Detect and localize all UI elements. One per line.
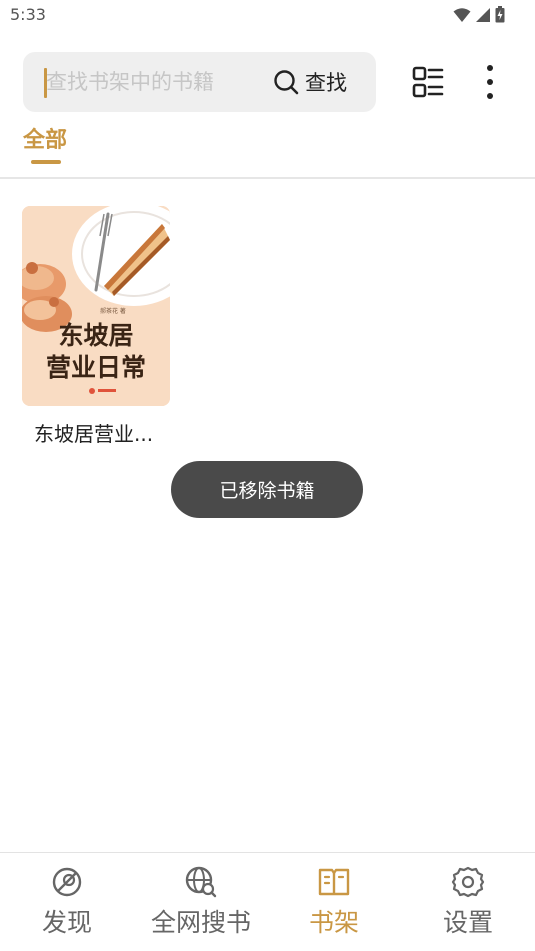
more-options-button[interactable] [476, 62, 504, 102]
nav-label-web-search: 全网搜书 [150, 908, 251, 937]
bookshelf-icon [318, 868, 350, 896]
nav-label-bookshelf: 书架 [308, 908, 359, 937]
tab-all[interactable]: 全部 [23, 122, 83, 167]
nav-item-web-search[interactable]: 全网搜书 [134, 853, 268, 951]
nav-item-settings[interactable]: 设置 [401, 853, 535, 951]
search-box: 查找 [23, 52, 376, 112]
bookshelf-screen: 5:33 查找书架中的书籍 查找 全部 郝茶花 著 东坡居 营业日常 东坡居营业… [0, 0, 535, 951]
battery-icon [495, 6, 505, 23]
list-view-icon [412, 66, 444, 98]
book-cover-image: 郝茶花 著 东坡居 营业日常 [22, 206, 170, 406]
search-icon [274, 70, 299, 95]
tab-all-label: 全部 [23, 128, 68, 153]
book-cover-art: 郝茶花 著 东坡居 营业日常 [22, 206, 170, 406]
compass-icon [52, 867, 82, 897]
wifi-icon [453, 7, 471, 22]
nav-item-discover[interactable]: 发现 [0, 853, 134, 951]
cover-title-line1: 东坡居 [58, 321, 133, 350]
tab-divider [0, 177, 535, 179]
nav-label-discover: 发现 [41, 908, 92, 937]
bottom-navigation: 发现 全网搜书 书架 设置 [0, 853, 535, 951]
globe-search-icon [185, 866, 217, 898]
search-input[interactable] [46, 62, 246, 102]
book-item[interactable]: 郝茶花 著 东坡居 营业日常 东坡居营业... [22, 206, 172, 451]
search-button[interactable]: 查找 [273, 62, 368, 102]
status-icons [453, 6, 505, 23]
more-vertical-icon [487, 65, 493, 99]
tab-active-indicator [31, 160, 61, 164]
nav-label-settings: 设置 [442, 908, 493, 937]
gear-icon [451, 866, 485, 898]
status-bar: 5:33 [0, 0, 535, 30]
search-button-label: 查找 [305, 71, 347, 95]
nav-item-bookshelf[interactable]: 书架 [267, 853, 401, 951]
status-time: 5:33 [10, 5, 46, 24]
cover-title-line2: 营业日常 [46, 353, 146, 382]
cell-signal-icon [476, 7, 490, 22]
svg-text:郝茶花 著: 郝茶花 著 [100, 307, 126, 315]
book-title: 东坡居营业... [34, 422, 154, 446]
view-toggle-button[interactable] [409, 64, 445, 100]
toast-message: 已移除书籍 [171, 461, 363, 518]
